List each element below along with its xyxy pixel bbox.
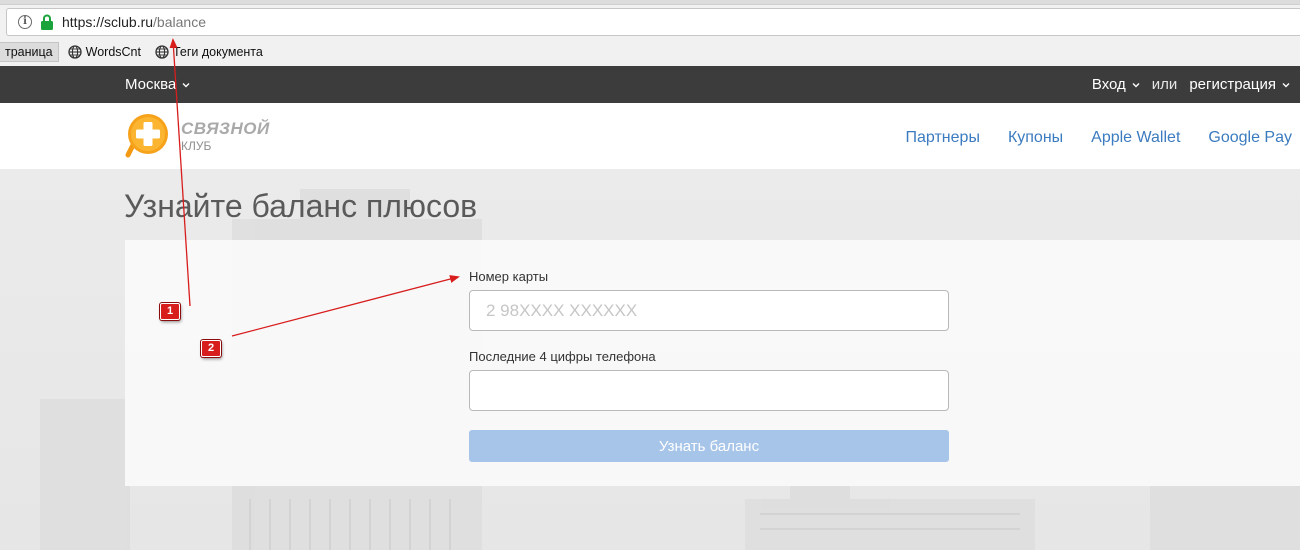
register-label: регистрация	[1189, 76, 1276, 93]
site-header: СВЯЗНОЙ КЛУБ Партнеры Купоны Apple Walle…	[0, 103, 1300, 169]
info-icon[interactable]: i	[18, 15, 32, 29]
browser-toolbar: i https://sclub.ru/balance траница Words…	[0, 0, 1300, 66]
card-number-label: Номер карты	[469, 269, 549, 284]
nav-link-coupons[interactable]: Купоны	[1008, 129, 1063, 147]
url-host: https://sclub.ru	[62, 14, 154, 30]
globe-icon	[155, 45, 169, 59]
check-balance-button[interactable]: Узнать баланс	[469, 430, 949, 462]
tab-strip-edge	[0, 0, 1300, 5]
phone-digits-label: Последние 4 цифры телефона	[469, 349, 656, 364]
bookmark-label: траница	[5, 45, 53, 59]
nav-link-apple-wallet[interactable]: Apple Wallet	[1091, 129, 1180, 147]
card-number-input[interactable]	[469, 290, 949, 331]
annotation-marker-1: 1	[160, 303, 180, 320]
nav-link-partners[interactable]: Партнеры	[906, 129, 980, 147]
city-select[interactable]: Москва	[125, 76, 190, 93]
or-separator: или	[1151, 76, 1178, 93]
register-dropdown[interactable]: регистрация	[1189, 76, 1290, 93]
bookmark-label: WordsCnt	[85, 45, 141, 59]
url-path: /balance	[153, 14, 206, 30]
bookmark-item-start-page[interactable]: траница	[0, 42, 59, 62]
site-top-bar: Москва Вход или регистрация	[0, 66, 1300, 103]
bookmark-label: Теги документа	[172, 45, 263, 59]
logo-sub-text: КЛУБ	[181, 139, 211, 153]
globe-icon	[67, 45, 82, 59]
chevron-down-icon	[182, 82, 190, 87]
logo-brand-text: СВЯЗНОЙ	[181, 118, 270, 138]
main-nav: Партнеры Купоны Apple Wallet Google Pay	[878, 129, 1292, 147]
annotation-marker-2: 2	[201, 340, 221, 357]
login-dropdown[interactable]: Вход	[1092, 76, 1140, 93]
svyaznoy-club-logo[interactable]: СВЯЗНОЙ КЛУБ	[124, 114, 296, 160]
address-bar[interactable]: i https://sclub.ru/balance	[6, 8, 1300, 36]
bookmarks-bar: траница WordsCnt Теги документа	[0, 40, 1300, 64]
chevron-down-icon	[1282, 82, 1290, 87]
lock-icon[interactable]	[40, 14, 54, 30]
chevron-down-icon	[1132, 82, 1140, 87]
city-label: Москва	[125, 76, 177, 93]
page-title: Узнайте баланс плюсов	[124, 188, 478, 224]
bookmark-item-wordscnt[interactable]: WordsCnt	[63, 42, 146, 62]
login-label: Вход	[1091, 76, 1126, 93]
url-text[interactable]: https://sclub.ru/balance	[62, 14, 206, 30]
auth-links: Вход или регистрация	[1092, 76, 1290, 93]
bookmark-item-document-tags[interactable]: Теги документа	[150, 42, 268, 62]
phone-digits-input[interactable]	[469, 370, 949, 411]
nav-link-google-pay[interactable]: Google Pay	[1208, 129, 1292, 147]
